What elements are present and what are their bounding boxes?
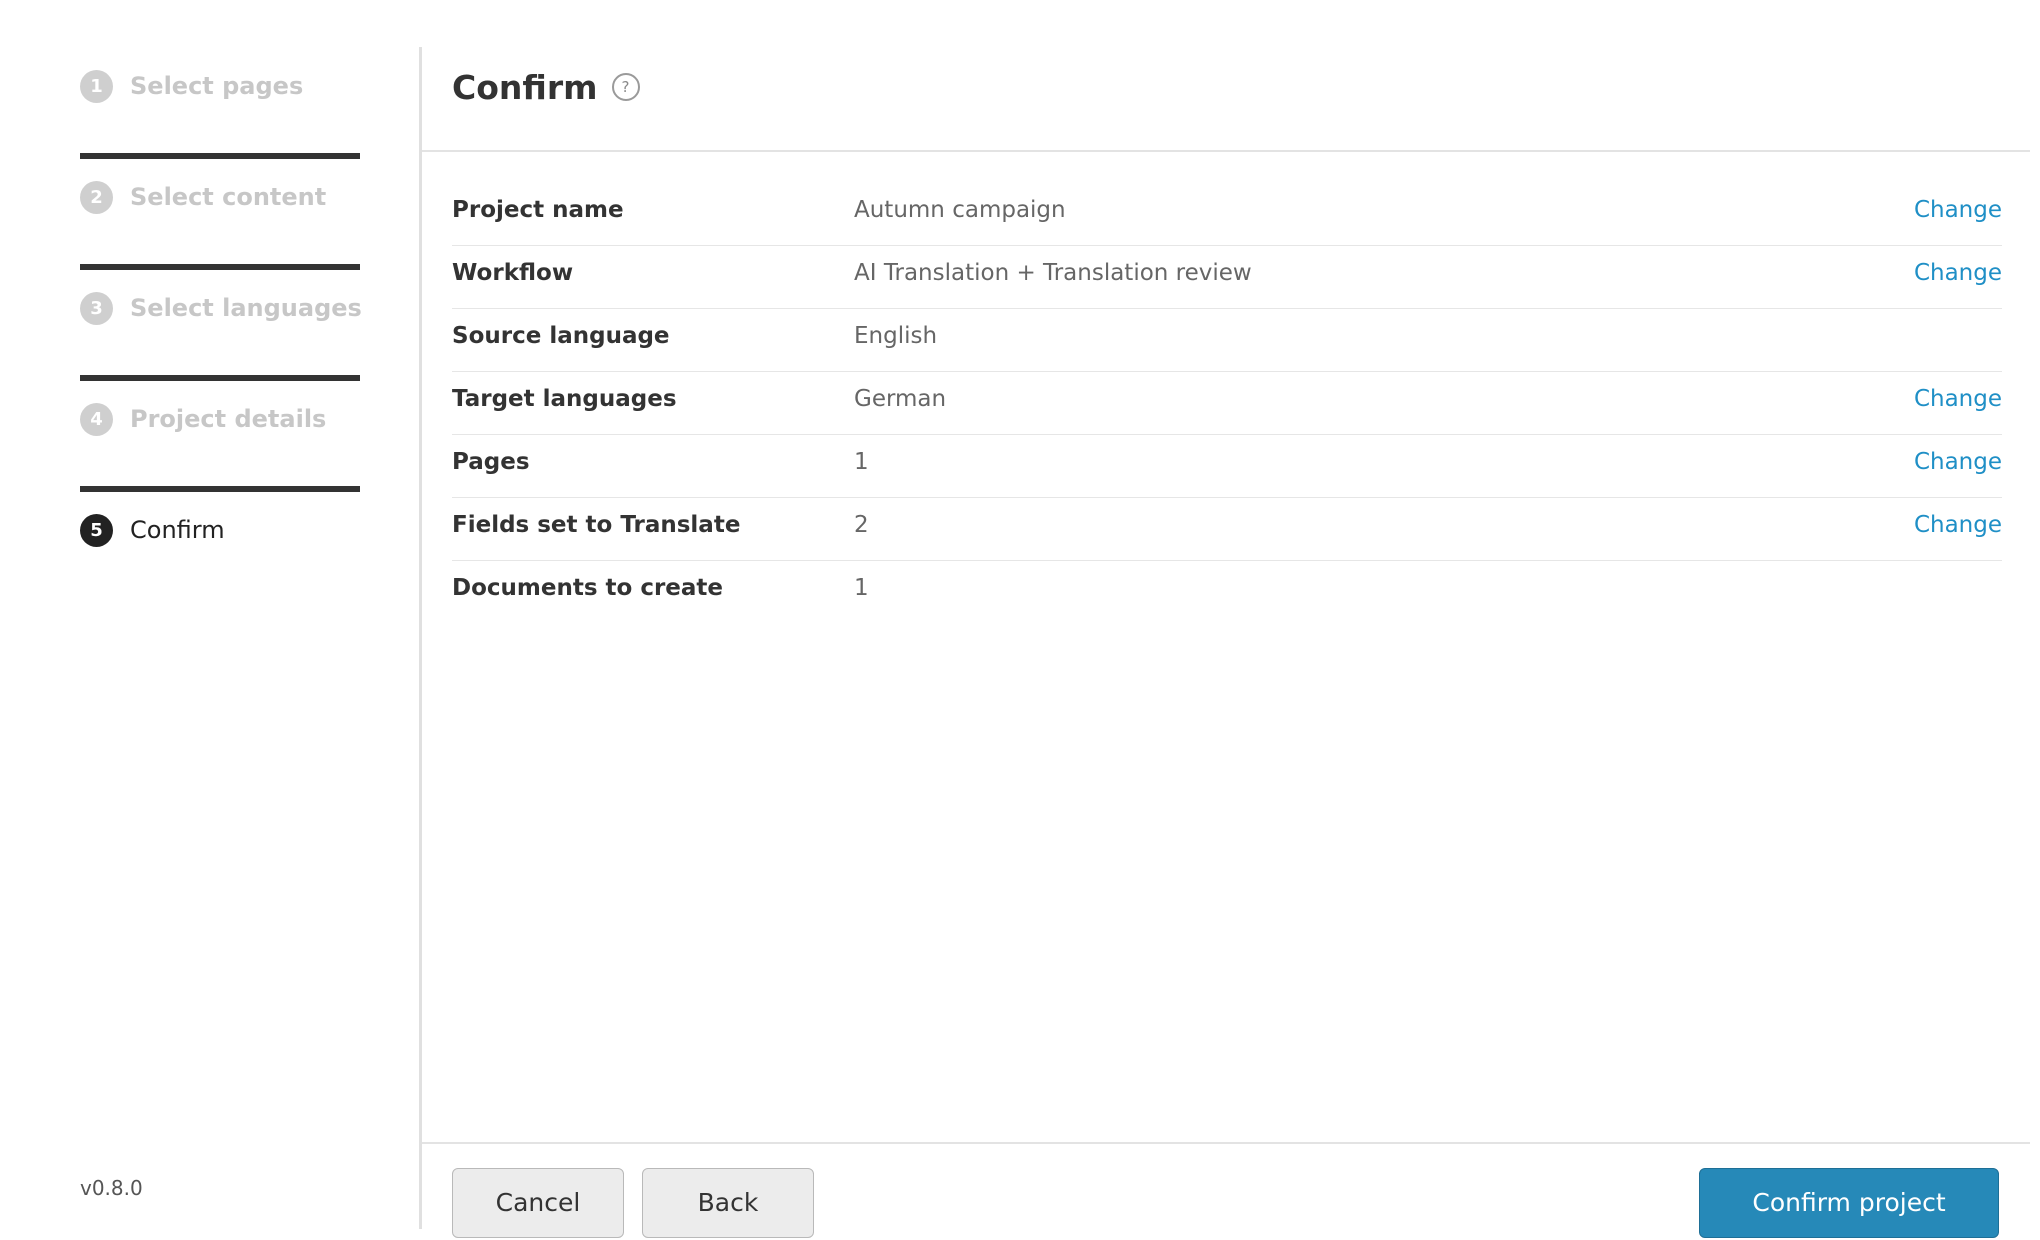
summary-row-fields: Fields set to Translate 2 Change [452,498,2002,561]
summary-key: Fields set to Translate [452,512,741,538]
step-select-pages[interactable]: 1 Select pages [80,54,360,165]
step-select-languages[interactable]: 3 Select languages [80,276,362,387]
step-label: Confirm [130,516,225,544]
change-target-languages-link[interactable]: Change [1914,386,2002,412]
step-progress-bar [80,375,360,381]
back-button[interactable]: Back [642,1168,814,1238]
step-number-icon: 4 [80,403,113,436]
summary-row-target-languages: Target languages German Change [452,372,2002,435]
footer-divider [422,1142,2030,1144]
summary-value: Autumn campaign [854,197,1066,223]
change-fields-link[interactable]: Change [1914,512,2002,538]
summary-value: 1 [854,449,869,475]
summary-row-project-name: Project name Autumn campaign Change [452,183,2002,246]
summary-row-pages: Pages 1 Change [452,435,2002,498]
summary-key: Project name [452,197,624,223]
summary-list: Project name Autumn campaign Change Work… [452,183,2002,623]
step-progress-bar [80,486,360,492]
page-title: Confirm [452,67,598,107]
title-row: Confirm ? [452,60,640,114]
wizard-sidebar: 1 Select pages 2 Select content 3 Select… [0,0,420,1240]
confirm-project-button[interactable]: Confirm project [1699,1168,1999,1238]
summary-key: Documents to create [452,575,724,601]
step-select-content[interactable]: 2 Select content [80,165,360,276]
summary-value: 1 [854,575,869,601]
summary-value: 2 [854,512,869,538]
step-confirm: 5 Confirm [80,498,360,609]
summary-value: English [854,323,938,349]
summary-row-workflow: Workflow AI Translation + Translation re… [452,246,2002,309]
step-project-details[interactable]: 4 Project details [80,387,360,498]
cancel-button[interactable]: Cancel [452,1168,624,1238]
main-panel: Confirm ? Project name Autumn campaign C… [422,0,2040,1240]
step-label: Select languages [130,294,362,322]
summary-row-source-language: Source language English [452,309,2002,372]
summary-key: Target languages [452,386,677,412]
title-divider [422,150,2030,152]
change-pages-link[interactable]: Change [1914,449,2002,475]
summary-value: AI Translation + Translation review [854,260,1252,286]
change-workflow-link[interactable]: Change [1914,260,2002,286]
summary-value: German [854,386,947,412]
step-progress-bar [80,264,360,270]
step-label: Project details [130,405,327,433]
step-number-icon: 5 [80,514,113,547]
version-label: v0.8.0 [80,1176,143,1200]
help-icon[interactable]: ? [611,73,640,101]
summary-key: Source language [452,323,670,349]
summary-row-documents: Documents to create 1 [452,561,2002,623]
step-number-icon: 3 [80,292,113,325]
step-label: Select pages [130,72,304,100]
step-label: Select content [130,183,327,211]
summary-key: Pages [452,449,530,475]
change-project-name-link[interactable]: Change [1914,197,2002,223]
step-number-icon: 2 [80,181,113,214]
step-progress-bar [80,153,360,159]
summary-key: Workflow [452,260,574,286]
step-number-icon: 1 [80,70,113,103]
